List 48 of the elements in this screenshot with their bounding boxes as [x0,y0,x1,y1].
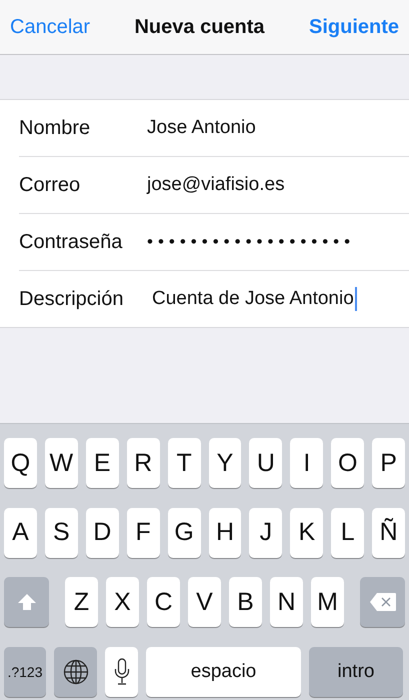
field-label: Nombre [19,116,92,140]
language-key[interactable] [54,646,97,696]
text-cursor [354,287,357,311]
microphone-icon [114,658,130,686]
shift-icon [16,593,36,611]
letter-key[interactable]: Y [208,438,242,488]
letter-key[interactable]: Ñ [372,508,406,558]
field-label: Contraseña [19,230,124,254]
letter-key[interactable]: H [208,508,242,558]
letter-key[interactable]: F [126,508,160,558]
letter-key[interactable]: B [229,577,262,627]
letter-key[interactable]: K [290,508,324,558]
letter-key[interactable]: E [86,438,119,488]
letter-key[interactable]: T [168,438,201,488]
letter-key[interactable]: N [270,577,303,627]
letter-key[interactable]: C [147,577,180,627]
screen-title: Nueva cuenta [134,16,265,38]
input-field[interactable]: ••••••••••••••••••• [147,227,356,257]
letter-key[interactable]: X [106,577,139,627]
field-label: Correo [19,174,82,196]
letter-key[interactable]: A [4,508,37,558]
input-field[interactable]: Cuenta de Jose Antonio [152,284,357,314]
dictation-key[interactable] [105,646,138,696]
letter-key[interactable]: W [44,438,78,488]
numbers-key[interactable]: .?123 [4,646,46,696]
letter-key[interactable]: L [331,508,364,558]
input-field[interactable]: jose@viafisio.es [147,170,285,200]
letter-key[interactable]: P [372,438,406,488]
space-key[interactable]: espacio [146,646,301,696]
letter-key[interactable]: U [249,438,282,488]
letter-key[interactable]: V [188,577,221,627]
letter-key[interactable]: J [249,508,282,558]
letter-key[interactable]: O [331,438,364,488]
input-field[interactable]: Jose Antonio [147,113,256,143]
letter-key[interactable]: D [86,508,119,558]
letter-key[interactable]: I [290,438,324,488]
letter-key[interactable]: R [126,438,160,488]
globe-icon [62,658,88,684]
letter-key[interactable]: Z [65,577,98,627]
cancel-button[interactable]: Cancelar [10,16,90,38]
field-label: Descripción [19,288,124,310]
next-button[interactable]: Siguiente [308,16,399,38]
letter-key[interactable]: Q [4,438,37,488]
letter-key[interactable]: M [311,577,344,627]
delete-icon [368,592,396,612]
letter-key[interactable]: S [44,508,78,558]
return-key[interactable]: intro [309,646,403,696]
letter-key[interactable]: G [168,508,201,558]
